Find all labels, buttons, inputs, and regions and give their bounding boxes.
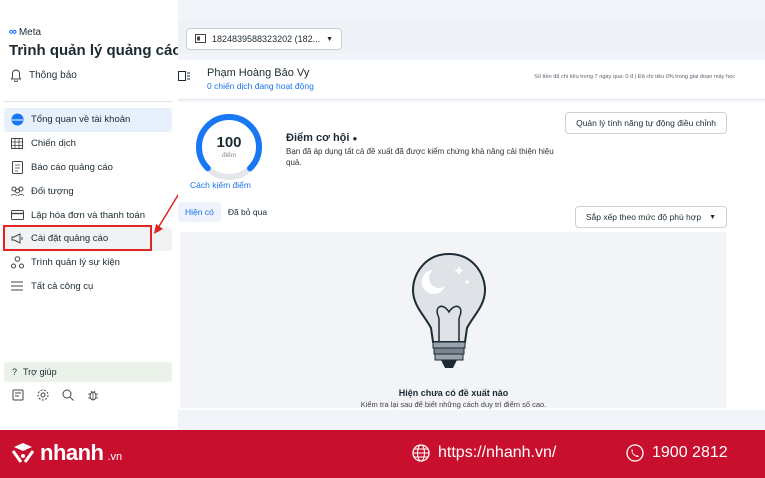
- hotline-number: 1900 2812: [652, 444, 728, 461]
- bug-icon[interactable]: [87, 389, 99, 404]
- opportunity-description: Bạn đã áp dụng tất cả đề xuất đã được ki…: [286, 147, 554, 168]
- report-icon: [10, 160, 24, 174]
- main-content: 1824839588323202 (182... ▼ Phạm Hoàng Bả…: [178, 0, 765, 430]
- sidebar-item-label: Tất cả công cụ: [31, 280, 94, 292]
- sidebar-item-label: Tổng quan về tài khoản: [31, 114, 131, 126]
- help-icon: ?: [12, 367, 18, 377]
- search-icon[interactable]: [62, 389, 74, 404]
- spend-summary: Số tiền đã chi tiêu trong 7 ngày qua: 0 …: [534, 74, 735, 80]
- sidebar-footer: [12, 389, 99, 404]
- sidebar-item-label: Lập hóa đơn và thanh toán: [31, 209, 145, 221]
- opportunity-score-card: 100 điểm Cách kiếm điểm Điểm cơ hội ● Bạ…: [178, 102, 765, 410]
- menu-icon: [10, 279, 24, 293]
- empty-state: Hiện chưa có đề xuất nào Kiểm tra lại sa…: [180, 232, 727, 409]
- sidebar-item-ad-reports[interactable]: Báo cáo quảng cáo: [4, 156, 172, 180]
- divider: [4, 101, 172, 102]
- sidebar-item-label: Báo cáo quảng cáo: [31, 161, 113, 173]
- sort-dropdown[interactable]: Sắp xếp theo mức độ phù hợp ▼: [574, 206, 727, 228]
- manage-auto-adjust-button[interactable]: Quản lý tính năng tự động điều chỉnh: [565, 112, 727, 134]
- opportunity-title-text: Điểm cơ hội: [286, 132, 350, 144]
- how-to-earn-link[interactable]: Cách kiếm điểm: [190, 180, 251, 190]
- empty-state-title: Hiện chưa có đề xuất nào: [398, 388, 509, 398]
- hotline-link[interactable]: 1900 2812: [626, 444, 728, 462]
- sidebar-item-all-tools[interactable]: Tất cả công cụ: [4, 275, 172, 299]
- nhanh-logo[interactable]: nhanh .vn: [10, 440, 122, 466]
- meta-logo: ∞ Meta: [9, 26, 41, 38]
- lightbulb-illustration: [411, 252, 487, 368]
- app-title: Trình quản lý quảng cáo: [9, 42, 182, 59]
- sort-label: Sắp xếp theo mức độ phù hợp: [585, 212, 702, 222]
- help-button[interactable]: ? Trợ giúp: [4, 362, 172, 382]
- opportunity-title: Điểm cơ hội ●: [286, 132, 357, 144]
- settings-icon[interactable]: [37, 389, 49, 404]
- account-selector[interactable]: 1824839588323202 (182... ▼: [186, 28, 343, 50]
- tab-dismissed[interactable]: Đã bỏ qua: [221, 202, 274, 222]
- account-header: Phạm Hoàng Bảo Vy 0 chiến dịch đang hoạt…: [178, 60, 765, 100]
- sidebar-item-account-overview[interactable]: Tổng quan về tài khoản: [4, 108, 172, 132]
- account-icon: [178, 71, 190, 84]
- globe-icon: [412, 444, 430, 462]
- account-selector-value: 1824839588323202 (182...: [212, 34, 321, 44]
- sidebar-item-audiences[interactable]: Đối tượng: [4, 179, 172, 203]
- empty-state-subtitle: Kiểm tra lại sau để biết những cách duy …: [360, 400, 547, 409]
- sidebar: ∞ Meta Trình quản lý quảng cáo Thông báo…: [0, 0, 187, 430]
- tab-current[interactable]: Hiện có: [178, 202, 221, 222]
- chevron-down-icon: ▼: [326, 35, 334, 43]
- phone-icon: [626, 444, 644, 462]
- score-unit: điểm: [221, 152, 237, 159]
- info-icon[interactable]: ●: [353, 134, 358, 143]
- nhanh-logo-text: nhanh: [40, 440, 104, 465]
- events-icon: [10, 256, 24, 270]
- sidebar-item-label: Đối tượng: [31, 185, 74, 197]
- bell-icon: [9, 68, 23, 82]
- account-name: Phạm Hoàng Bảo Vy: [207, 67, 310, 79]
- help-label: Trợ giúp: [23, 367, 57, 377]
- card-icon: [10, 208, 24, 222]
- account-overview-icon: [10, 113, 24, 127]
- brand-name: Meta: [18, 26, 42, 38]
- chevron-down-icon: ▼: [709, 213, 716, 221]
- nhanh-logo-suffix: .vn: [107, 451, 123, 463]
- sidebar-nav: Tổng quan về tài khoản Chiến dịch Báo cá…: [4, 108, 172, 298]
- account-id-icon: [195, 33, 206, 45]
- people-icon: [10, 184, 24, 198]
- sidebar-item-label: Chiến dịch: [31, 138, 76, 150]
- nhanh-logo-icon: [11, 443, 35, 463]
- notifications-label: Thông báo: [29, 69, 77, 81]
- sidebar-item-label: Trình quản lý sự kiện: [31, 257, 120, 269]
- pages-icon[interactable]: [12, 389, 24, 404]
- website-url: https://nhanh.vn/: [438, 444, 557, 461]
- table-icon: [10, 137, 24, 151]
- highlight-box: [3, 225, 152, 251]
- score-value: 100: [216, 134, 242, 151]
- sidebar-item-campaigns[interactable]: Chiến dịch: [4, 132, 172, 156]
- nhanh-banner: nhanh .vn https://nhanh.vn/ 1900 2812: [0, 430, 765, 478]
- sidebar-item-events-manager[interactable]: Trình quản lý sự kiện: [4, 251, 172, 275]
- notifications-button[interactable]: Thông báo: [9, 68, 77, 82]
- website-link[interactable]: https://nhanh.vn/: [412, 444, 556, 462]
- meta-infinity-icon: ∞: [9, 26, 17, 38]
- sidebar-item-billing[interactable]: Lập hóa đơn và thanh toán: [4, 203, 172, 227]
- active-campaigns-link[interactable]: 0 chiến dịch đang hoạt động: [207, 81, 314, 91]
- recommendation-tabs: Hiện có Đã bỏ qua: [178, 202, 274, 222]
